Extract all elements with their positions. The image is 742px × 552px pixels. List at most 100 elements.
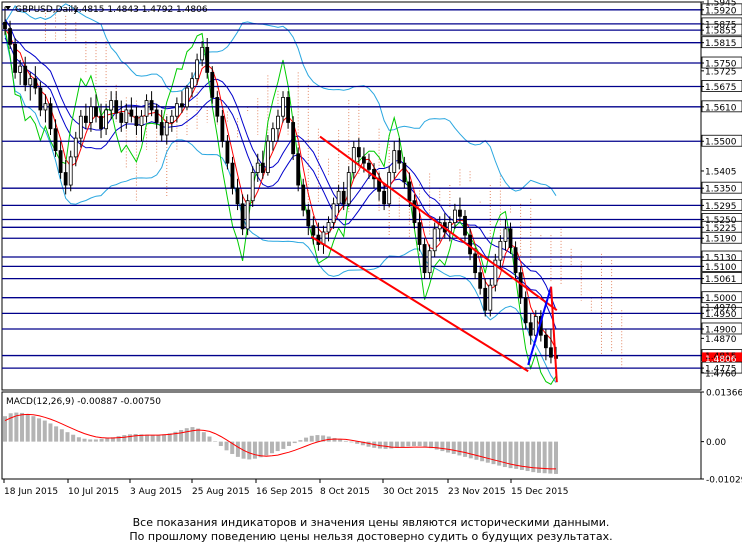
macd-bar xyxy=(463,441,468,457)
macd-bar xyxy=(383,441,388,449)
macd-bar xyxy=(292,441,297,444)
price-tick-label: 1.5350 xyxy=(705,185,737,195)
candle-body xyxy=(73,137,78,158)
macd-bar xyxy=(491,441,496,465)
candle-body xyxy=(402,162,407,183)
candle-body xyxy=(23,65,28,86)
candle-body xyxy=(306,209,311,227)
price-tick-label: 1.4760 xyxy=(705,369,737,379)
price-tick-label: 1.5500 xyxy=(705,138,737,148)
candle-body xyxy=(18,65,23,73)
price-tick-label: 1.5100 xyxy=(705,263,737,273)
macd-bar xyxy=(235,441,240,457)
macd-bar xyxy=(156,435,161,442)
date-tick-label: 10 Jul 2015 xyxy=(68,487,119,497)
macd-bar xyxy=(179,429,184,442)
candle-body xyxy=(346,172,351,205)
price-tick-label: 1.4870 xyxy=(705,335,737,345)
macd-bar xyxy=(76,437,81,442)
macd-bar xyxy=(127,434,132,442)
candle-body xyxy=(154,109,159,123)
candle-body xyxy=(260,162,265,173)
macd-bar xyxy=(343,440,348,442)
candle-body xyxy=(397,150,402,164)
candle-body xyxy=(276,115,280,130)
candle-body xyxy=(407,181,412,202)
price-tick-label: 1.5190 xyxy=(705,235,737,245)
candle-body xyxy=(356,147,361,158)
date-tick-label: 25 Aug 2015 xyxy=(192,487,250,497)
price-tick-label: 1.5061 xyxy=(705,275,737,285)
candle-body xyxy=(240,203,245,230)
macd-bar xyxy=(423,441,428,447)
macd-bar xyxy=(338,439,343,442)
macd-bar xyxy=(440,441,445,452)
candle-body xyxy=(195,59,199,80)
candle-body xyxy=(271,128,275,142)
candle-body xyxy=(458,209,462,217)
candle-body xyxy=(427,250,432,274)
macd-bar xyxy=(48,423,53,442)
candle-body xyxy=(169,115,174,123)
macd-bar xyxy=(247,441,252,460)
disclaimer-line-1: Все показания индикаторов и значения цен… xyxy=(132,516,610,529)
candle-body xyxy=(331,203,336,223)
candle-body xyxy=(225,140,230,164)
candle-body xyxy=(215,97,220,117)
macd-label: MACD(12,26,9) -0.00887 -0.00750 xyxy=(6,397,161,407)
macd-bar xyxy=(480,441,485,462)
candle-body xyxy=(210,72,215,98)
price-tick-label: 1.5225 xyxy=(705,224,737,234)
candle-body xyxy=(392,150,397,173)
date-tick-label: 23 Nov 2015 xyxy=(448,487,506,497)
date-tick-label: 18 Jun 2015 xyxy=(4,487,58,497)
candle-body xyxy=(255,162,260,173)
macd-bar xyxy=(162,434,167,442)
candle-body xyxy=(48,103,53,130)
macd-bar xyxy=(400,441,405,448)
macd-bar xyxy=(287,441,292,446)
current-price-label: 1.4806 xyxy=(705,355,737,365)
macd-bar xyxy=(88,439,93,442)
macd-bar xyxy=(224,441,229,451)
candle-body xyxy=(109,100,114,111)
macd-bar xyxy=(411,441,416,446)
macd-bar xyxy=(264,441,269,456)
price-tick-label: 1.5855 xyxy=(705,27,737,37)
macd-tick-label: 0.01366 xyxy=(706,389,742,399)
macd-bar xyxy=(93,439,98,442)
candle-body xyxy=(543,334,548,349)
price-chart: GBPUSD,Daily1.4815 1.4843 1.4792 1.4806 1… xyxy=(1,0,742,497)
candle-body xyxy=(205,46,210,73)
macd-bar xyxy=(315,435,320,442)
macd-bar xyxy=(42,420,47,442)
candle-body xyxy=(114,100,119,114)
candle-body xyxy=(513,247,518,274)
candle-body xyxy=(134,115,139,126)
price-tick-label: 1.4950 xyxy=(705,310,737,320)
candle-body xyxy=(83,115,88,123)
macd-bar xyxy=(14,412,19,442)
candle-body xyxy=(58,150,63,173)
candle-body xyxy=(164,122,169,136)
macd-bar xyxy=(457,441,462,456)
candle-body xyxy=(89,106,93,123)
price-tick-label: 1.5725 xyxy=(705,67,737,77)
date-tick-label: 8 Oct 2015 xyxy=(320,487,370,497)
macd-bar xyxy=(252,441,257,459)
candle-body xyxy=(362,156,366,164)
macd-bar xyxy=(349,441,354,443)
candle-body xyxy=(549,347,553,358)
macd-bar xyxy=(116,436,121,442)
candle-body xyxy=(3,21,7,29)
date-tick-label: 15 Dec 2015 xyxy=(511,487,569,497)
candle-body xyxy=(94,106,98,117)
macd-bar xyxy=(99,438,104,442)
macd-bar xyxy=(213,441,218,442)
candle-body xyxy=(124,109,129,123)
candle-body xyxy=(104,109,109,130)
macd-bar xyxy=(298,440,303,442)
candle-body xyxy=(159,122,164,136)
macd-bar xyxy=(145,434,150,442)
candle-body xyxy=(185,87,189,108)
